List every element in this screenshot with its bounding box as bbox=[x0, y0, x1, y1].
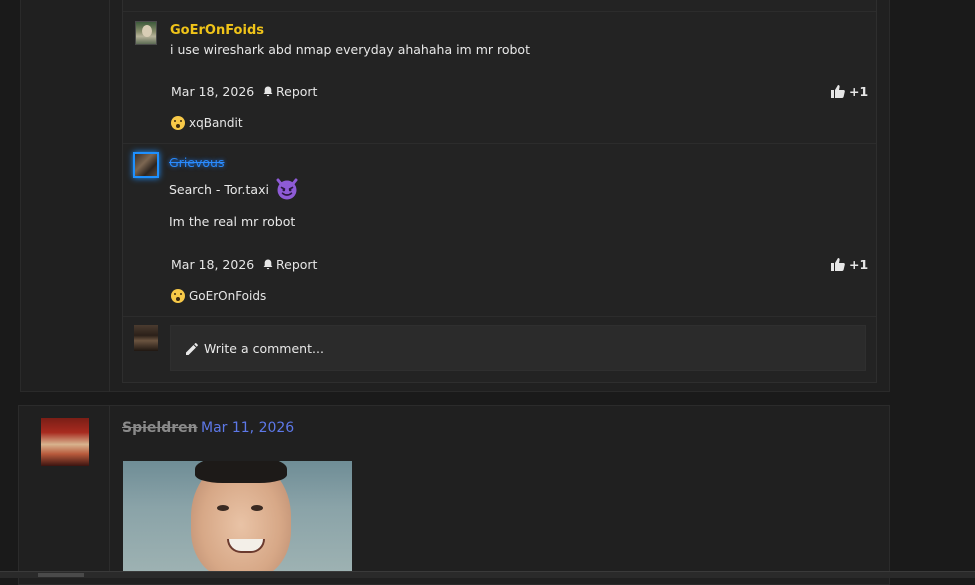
author-avatar[interactable] bbox=[41, 418, 89, 466]
commenter-avatar[interactable] bbox=[133, 152, 159, 178]
like-button[interactable]: +1 bbox=[831, 257, 868, 272]
like-count: +1 bbox=[849, 257, 869, 272]
divider bbox=[123, 11, 876, 12]
comment-text: Search - Tor.taxi bbox=[169, 178, 299, 200]
reaction-summary[interactable]: GoErOnFoids bbox=[171, 289, 266, 303]
photo-eye bbox=[251, 505, 263, 511]
report-button[interactable]: Report bbox=[263, 84, 317, 99]
comment-date[interactable]: Mar 18, 2026 bbox=[171, 257, 254, 272]
reaction-user: GoErOnFoids bbox=[189, 289, 267, 303]
surprised-emoji-icon bbox=[171, 289, 185, 303]
pencil-icon bbox=[186, 343, 198, 355]
report-label: Report bbox=[276, 257, 318, 272]
commenter-avatar[interactable] bbox=[135, 21, 157, 45]
reaction-user: xqBandit bbox=[189, 116, 243, 130]
commenter-username[interactable]: Grievous bbox=[169, 155, 224, 170]
bell-icon bbox=[263, 86, 273, 97]
comment-text: i use wireshark abd nmap everyday ahahah… bbox=[170, 42, 530, 57]
post-image[interactable] bbox=[123, 461, 352, 577]
comment-line: Search - Tor.taxi bbox=[169, 182, 269, 197]
post-author[interactable]: Spieldren bbox=[122, 420, 198, 436]
comment-date[interactable]: Mar 18, 2026 bbox=[171, 84, 254, 99]
current-user-avatar bbox=[134, 325, 158, 351]
comment-line: Im the real mr robot bbox=[169, 214, 296, 229]
photo-hair bbox=[195, 461, 287, 483]
comment-placeholder: Write a comment... bbox=[204, 341, 324, 356]
commenter-username[interactable]: GoErOnFoids bbox=[170, 23, 264, 38]
scrollbar-thumb[interactable] bbox=[38, 573, 84, 577]
meta-separator: · bbox=[192, 420, 197, 436]
post-date-link[interactable]: Mar 11, 2026 bbox=[201, 420, 294, 436]
post-gutter bbox=[20, 0, 110, 392]
photo-eye bbox=[217, 505, 229, 511]
thumbs-up-icon bbox=[831, 258, 845, 271]
thumbs-up-icon bbox=[831, 85, 845, 98]
report-button[interactable]: Report bbox=[263, 257, 317, 272]
like-button[interactable]: +1 bbox=[831, 84, 868, 99]
bell-icon bbox=[263, 259, 273, 270]
write-comment-input[interactable]: Write a comment... bbox=[170, 325, 866, 371]
like-count: +1 bbox=[849, 84, 869, 99]
reaction-summary[interactable]: xqBandit bbox=[171, 116, 243, 130]
divider bbox=[123, 316, 876, 317]
report-label: Report bbox=[276, 84, 318, 99]
divider bbox=[123, 143, 876, 144]
devil-emoji-icon bbox=[276, 178, 298, 200]
surprised-emoji-icon bbox=[171, 116, 185, 130]
